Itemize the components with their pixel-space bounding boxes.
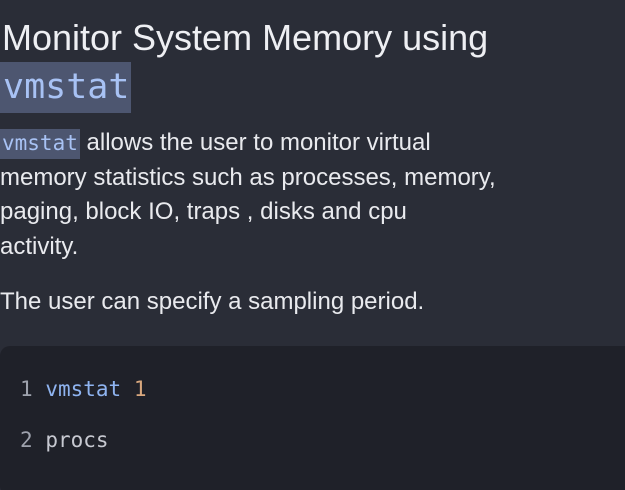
description-line-3: paging, block IO, traps , disks and cpu	[0, 198, 407, 225]
line-number: 2	[20, 428, 33, 452]
description-line-4: activity.	[0, 232, 79, 260]
code-text: procs	[45, 428, 109, 452]
description-line-2: memory statistics such as processes, mem…	[0, 163, 496, 191]
description-paragraph: vmstat allows the user to monitor virtua…	[0, 126, 560, 264]
inline-code-vmstat: vmstat	[0, 129, 80, 159]
code-argument: 1	[133, 377, 147, 401]
code-line: 1 vmstat 1	[20, 375, 146, 403]
code-block: 1 vmstat 1 2 procs	[0, 346, 625, 490]
page-title-code: vmstat	[0, 62, 132, 113]
sampling-paragraph: The user can specify a sampling period.	[0, 285, 560, 320]
page-title-text: Monitor System Memory using	[2, 17, 489, 58]
line-number: 1	[20, 377, 33, 401]
code-line: 2 procs	[20, 426, 109, 454]
code-command: vmstat	[45, 377, 122, 401]
description-line-1: allows the user to monitor virtual	[79, 129, 431, 156]
sampling-text: The user can specify a sampling period.	[0, 288, 425, 315]
page-title: Monitor System Memory using	[2, 16, 562, 60]
